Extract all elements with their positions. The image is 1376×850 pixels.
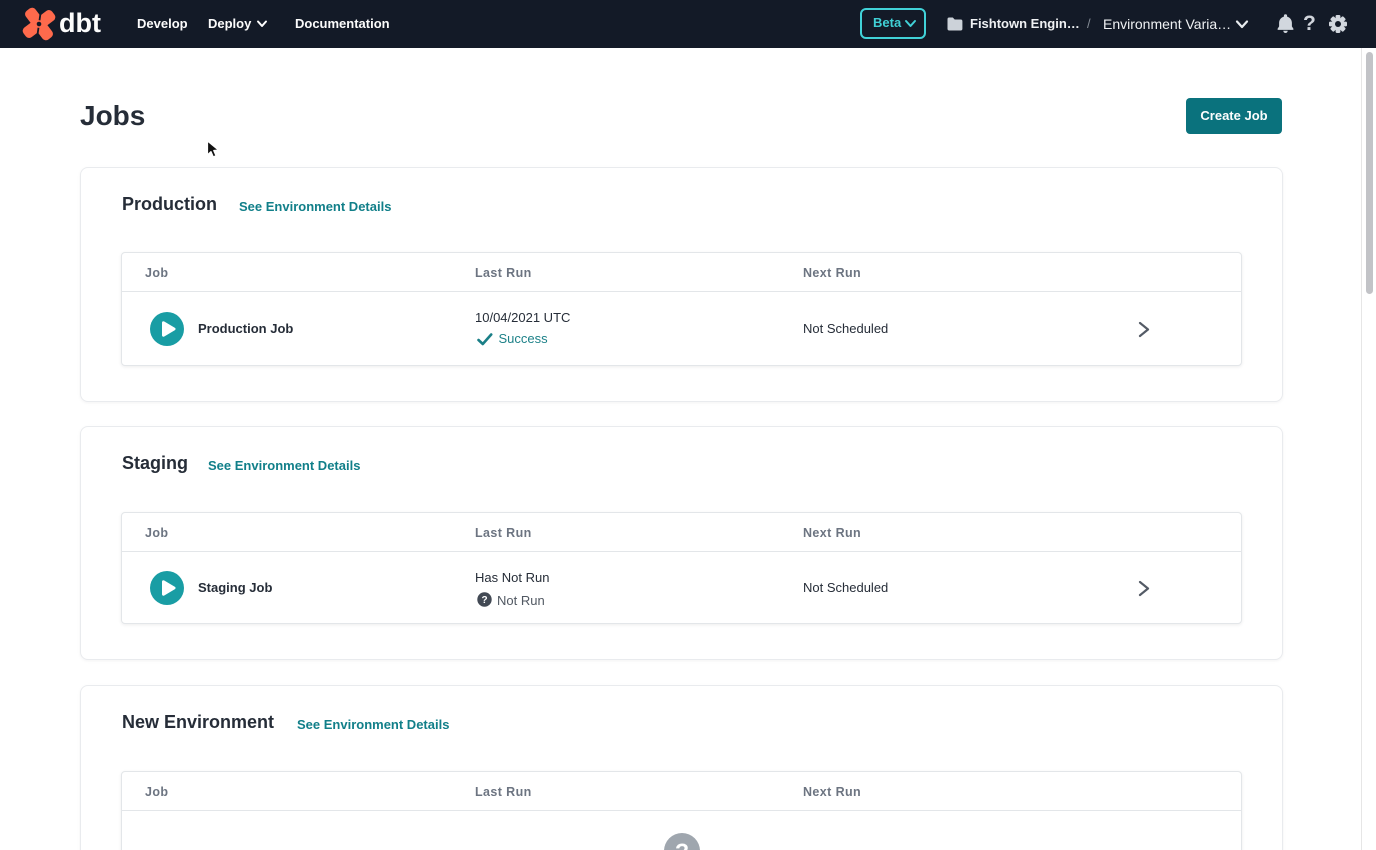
svg-text:?: ?: [481, 595, 487, 606]
svg-text:?: ?: [675, 839, 689, 850]
